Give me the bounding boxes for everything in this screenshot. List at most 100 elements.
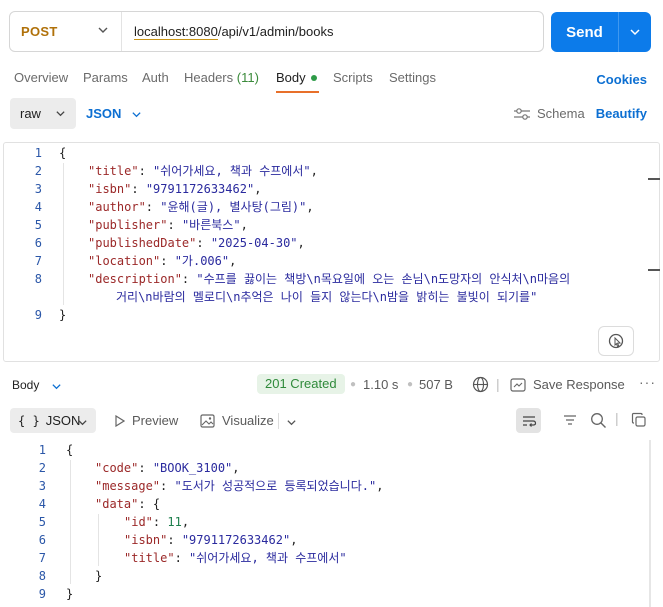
separator-bar: | [496, 376, 500, 392]
json-close-brace: } [59, 308, 67, 322]
response-body-select[interactable]: Body [12, 378, 39, 392]
line-number: 8 [34, 272, 42, 286]
method-select[interactable]: POST [10, 12, 122, 51]
indent-guide [98, 514, 99, 566]
separator-dot: ● [350, 379, 357, 390]
scrollbar-marker [648, 269, 660, 271]
save-response-label: Save Response [533, 377, 625, 392]
chevron-down-icon[interactable] [51, 381, 62, 392]
tab-auth[interactable]: Auth [142, 70, 169, 85]
more-options-button[interactable]: ··· [639, 374, 656, 390]
line-number: 9 [34, 308, 42, 322]
json-value: "쉬어가세요, 책과 수프에서" [153, 164, 311, 178]
scrollbar-marker [648, 178, 660, 180]
tab-headers[interactable]: Headers (11) [184, 70, 259, 85]
url-path: /api/v1/admin/books [217, 24, 334, 39]
play-icon [115, 414, 125, 427]
json-line-isbn: "isbn": "9791172633462", [88, 182, 262, 196]
json-value: "윤해(글), 별사탕(그림)" [160, 200, 307, 214]
json-value: "BOOK_3100" [152, 461, 233, 475]
body-format-select[interactable]: JSON [86, 106, 121, 121]
json-line-published-date: "publishedDate": "2025-04-30", [88, 236, 305, 250]
line-number: 6 [38, 533, 46, 547]
json-line-location: "location": "가.006", [88, 254, 237, 268]
tab-settings[interactable]: Settings [389, 70, 436, 85]
json-line-author: "author": "윤해(글), 별사탕(그림)", [88, 200, 314, 214]
line-number: 8 [38, 569, 46, 583]
json-key: "publishedDate" [88, 236, 197, 250]
ai-assist-button[interactable] [598, 326, 634, 356]
tab-params[interactable]: Params [83, 70, 128, 85]
response-body-viewer[interactable]: 1 2 3 4 5 6 7 8 9 { "code": "BOOK_3100",… [0, 440, 663, 607]
send-options-button[interactable] [619, 26, 651, 38]
json-value: "9791172633462" [181, 533, 291, 547]
scrollbar-track[interactable] [649, 440, 651, 607]
json-value: "9791172633462" [145, 182, 255, 196]
line-number: 1 [38, 443, 46, 457]
json-open-brace: { [59, 146, 67, 160]
wrap-lines-button[interactable] [516, 408, 541, 433]
request-body-editor[interactable]: 1 2 3 4 5 6 7 8 9 { "title": "쉬어가세요, 책과 … [3, 142, 660, 362]
json-description-continuation: 거리\n바람의 멜로디\n추억은 나이 들지 않는다\n밤을 밝히는 불빛이 되… [116, 290, 538, 304]
url-input[interactable]: localhost:8080/api/v1/admin/books [122, 24, 334, 40]
tab-body[interactable]: Body [276, 70, 317, 85]
json-open-brace: { [66, 443, 74, 457]
json-key: "publisher" [88, 218, 168, 232]
line-number: 4 [38, 497, 46, 511]
send-button[interactable]: Send [551, 12, 651, 52]
response-format-select[interactable]: { } JSON [10, 408, 96, 433]
body-mode-label: raw [20, 106, 41, 121]
separator-dot: ● [407, 379, 414, 390]
line-number: 3 [34, 182, 42, 196]
tab-overview[interactable]: Overview [14, 70, 68, 85]
json-braces-icon: { } [18, 413, 40, 428]
json-key: "author" [88, 200, 146, 214]
json-line-id: "id": 11, [124, 515, 190, 529]
divider [278, 413, 279, 429]
json-line-description: "description": "수프를 끓이는 책방\n목요일에 오는 손님\n… [88, 272, 571, 286]
url-bar: POST localhost:8080/api/v1/admin/books [9, 11, 544, 52]
json-key: "code" [95, 461, 139, 475]
line-number: 5 [34, 218, 42, 232]
filter-icon[interactable] [562, 412, 578, 428]
body-mode-select[interactable]: raw [10, 98, 76, 129]
line-number: 9 [38, 587, 46, 601]
chevron-down-icon [78, 420, 87, 426]
schema-button[interactable]: Schema [513, 106, 585, 121]
line-number: 4 [34, 200, 42, 214]
line-number: 3 [38, 479, 46, 493]
line-number: 7 [38, 551, 46, 565]
visualize-label: Visualize [222, 413, 274, 428]
globe-icon[interactable] [472, 376, 489, 393]
search-icon[interactable] [590, 412, 607, 429]
request-tabs: Overview Params Auth Headers (11) Body S… [0, 64, 663, 94]
response-format-label: JSON [45, 413, 81, 428]
json-key: "isbn" [88, 182, 132, 196]
json-key: "title" [88, 164, 139, 178]
tab-scripts[interactable]: Scripts [333, 70, 373, 85]
chevron-down-icon[interactable] [131, 109, 142, 120]
magic-cursor-icon [608, 333, 624, 349]
preview-label: Preview [132, 413, 179, 428]
line-number: 6 [34, 236, 42, 250]
copy-icon[interactable] [631, 412, 647, 428]
wrap-lines-icon [522, 415, 536, 427]
json-value: "수프를 끓이는 책방\n목요일에 오는 손님\n도망자의 안식처\n마음의 [196, 272, 571, 286]
chevron-down-icon[interactable] [286, 417, 297, 428]
tab-body-label: Body [276, 70, 306, 85]
save-response-button[interactable]: Save Response [510, 377, 625, 392]
chevron-down-icon [630, 29, 640, 36]
visualize-button[interactable]: Visualize [200, 413, 274, 428]
beautify-button[interactable]: Beautify [596, 106, 647, 121]
method-label: POST [21, 24, 58, 39]
preview-button[interactable]: Preview [114, 413, 178, 428]
json-line-data: "data": { [95, 497, 161, 511]
status-badge: 201 Created [257, 374, 345, 394]
headers-count: (11) [236, 70, 259, 85]
cookies-link[interactable]: Cookies [596, 72, 647, 87]
chevron-down-icon [98, 27, 108, 33]
json-line-isbn: "isbn": "9791172633462", [124, 533, 298, 547]
tab-headers-label: Headers [184, 70, 234, 85]
separator-bar: | [615, 410, 619, 426]
json-key: "description" [88, 272, 182, 286]
